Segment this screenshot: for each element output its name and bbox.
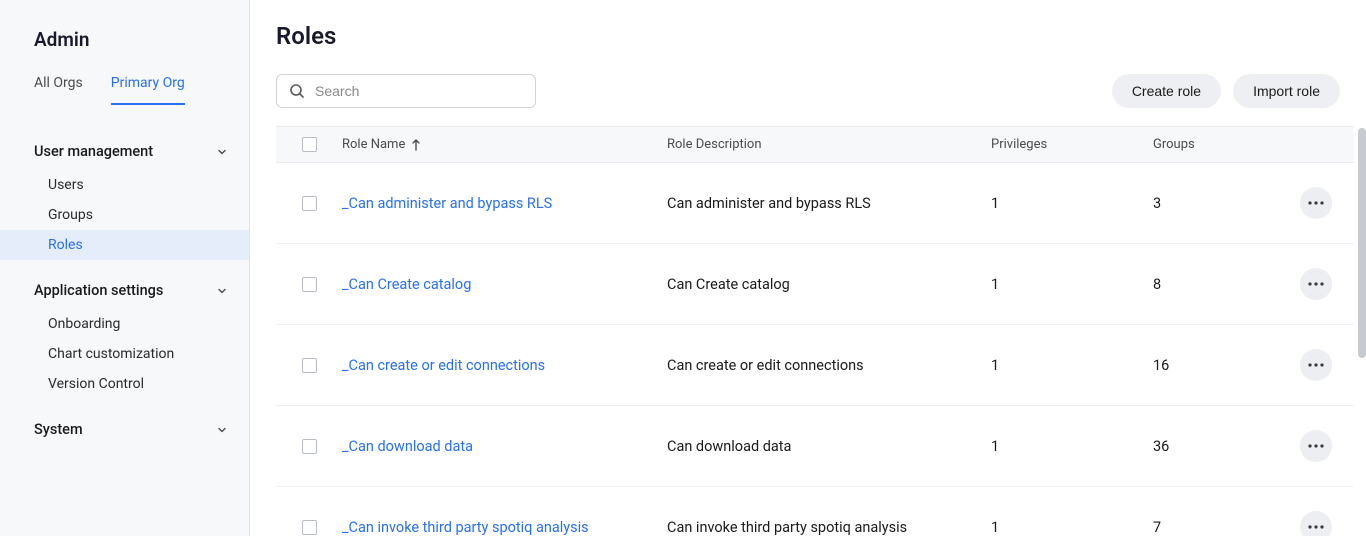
roles-table: Role Name Role Description Privileges Gr… [276, 126, 1354, 536]
row-checkbox[interactable] [302, 358, 317, 373]
sidebar-item-onboarding[interactable]: Onboarding [0, 309, 249, 339]
role-privileges-count: 1 [991, 195, 1153, 212]
more-actions-button[interactable] [1300, 511, 1332, 536]
tab-all-orgs[interactable]: All Orgs [34, 69, 83, 105]
role-groups-count: 36 [1153, 438, 1293, 455]
sidebar-title: Admin [0, 24, 249, 69]
table-row: _Can administer and bypass RLS Can admini… [276, 163, 1354, 244]
column-header-groups[interactable]: Groups [1153, 137, 1293, 152]
nav-section-label: System [34, 421, 83, 438]
scrollbar[interactable] [1358, 128, 1366, 358]
search-icon [289, 83, 305, 99]
role-name-link[interactable]: _Can download data [342, 438, 473, 455]
table-row: _Can Create catalog Can Create catalog18 [276, 244, 1354, 325]
row-checkbox[interactable] [302, 520, 317, 535]
sidebar-item-chart-customization[interactable]: Chart customization [0, 339, 249, 369]
role-groups-count: 16 [1153, 357, 1293, 374]
more-horizontal-icon [1308, 444, 1324, 448]
nav-section-app-settings: Application settings Onboarding Chart cu… [0, 272, 249, 399]
more-horizontal-icon [1308, 363, 1324, 367]
search-box[interactable] [276, 74, 536, 108]
more-actions-button[interactable] [1300, 268, 1332, 300]
more-actions-button[interactable] [1300, 349, 1332, 381]
role-name-link[interactable]: _Can Create catalog [342, 276, 471, 293]
table-header-row: Role Name Role Description Privileges Gr… [276, 127, 1354, 163]
column-header-name[interactable]: Role Name [342, 137, 667, 152]
nav-header-user-management[interactable]: User management [0, 133, 249, 170]
more-horizontal-icon [1308, 201, 1324, 205]
role-privileges-count: 1 [991, 438, 1153, 455]
table-row: _Can download data Can download data136 [276, 406, 1354, 487]
role-name-link[interactable]: _Can invoke third party spotiq analysis [342, 519, 589, 536]
sidebar-item-users[interactable]: Users [0, 170, 249, 200]
role-groups-count: 3 [1153, 195, 1293, 212]
table-body: _Can administer and bypass RLS Can admini… [276, 163, 1354, 536]
row-checkbox[interactable] [302, 196, 317, 211]
sidebar-item-version-control[interactable]: Version Control [0, 369, 249, 399]
nav-header-system[interactable]: System [0, 411, 249, 448]
chevron-down-icon [215, 145, 229, 159]
nav-section-label: User management [34, 143, 153, 160]
role-privileges-count: 1 [991, 519, 1153, 536]
tab-primary-org[interactable]: Primary Org [111, 69, 185, 105]
nav-header-app-settings[interactable]: Application settings [0, 272, 249, 309]
more-horizontal-icon [1308, 525, 1324, 529]
more-actions-button[interactable] [1300, 187, 1332, 219]
import-role-button[interactable]: Import role [1233, 74, 1340, 108]
main-content: Roles Create role Import role Role Name … [250, 0, 1366, 536]
sidebar-item-groups[interactable]: Groups [0, 200, 249, 230]
column-header-description[interactable]: Role Description [667, 137, 991, 152]
role-privileges-count: 1 [991, 357, 1153, 374]
role-description: Can create or edit connections [667, 357, 991, 374]
toolbar-buttons: Create role Import role [1112, 74, 1340, 108]
toolbar: Create role Import role [276, 74, 1354, 108]
more-horizontal-icon [1308, 282, 1324, 286]
sort-ascending-icon [411, 139, 421, 151]
org-tabs: All Orgs Primary Org [0, 69, 249, 105]
nav-section-user-management: User management Users Groups Roles [0, 133, 249, 260]
nav-section-system: System [0, 411, 249, 448]
row-checkbox[interactable] [302, 277, 317, 292]
role-name-link[interactable]: _Can create or edit connections [342, 357, 545, 374]
sidebar: Admin All Orgs Primary Org User manageme… [0, 0, 250, 536]
create-role-button[interactable]: Create role [1112, 74, 1221, 108]
chevron-down-icon [215, 284, 229, 298]
nav-section-label: Application settings [34, 282, 163, 299]
page-title: Roles [276, 22, 1354, 50]
more-actions-button[interactable] [1300, 430, 1332, 462]
role-name-link[interactable]: _Can administer and bypass RLS [342, 195, 552, 212]
role-description: Can Create catalog [667, 276, 991, 293]
role-description: Can download data [667, 438, 991, 455]
row-checkbox[interactable] [302, 439, 317, 454]
search-input[interactable] [315, 83, 523, 99]
column-header-name-label: Role Name [342, 137, 405, 152]
table-row: _Can create or edit connections Can creat… [276, 325, 1354, 406]
select-all-checkbox[interactable] [302, 137, 317, 152]
role-groups-count: 8 [1153, 276, 1293, 293]
chevron-down-icon [215, 423, 229, 437]
table-row: _Can invoke third party spotiq analysis C… [276, 487, 1354, 536]
column-header-privileges[interactable]: Privileges [991, 137, 1153, 152]
role-description: Can administer and bypass RLS [667, 195, 991, 212]
role-description: Can invoke third party spotiq analysis [667, 519, 991, 536]
sidebar-item-roles[interactable]: Roles [0, 230, 249, 260]
role-groups-count: 7 [1153, 519, 1293, 536]
role-privileges-count: 1 [991, 276, 1153, 293]
